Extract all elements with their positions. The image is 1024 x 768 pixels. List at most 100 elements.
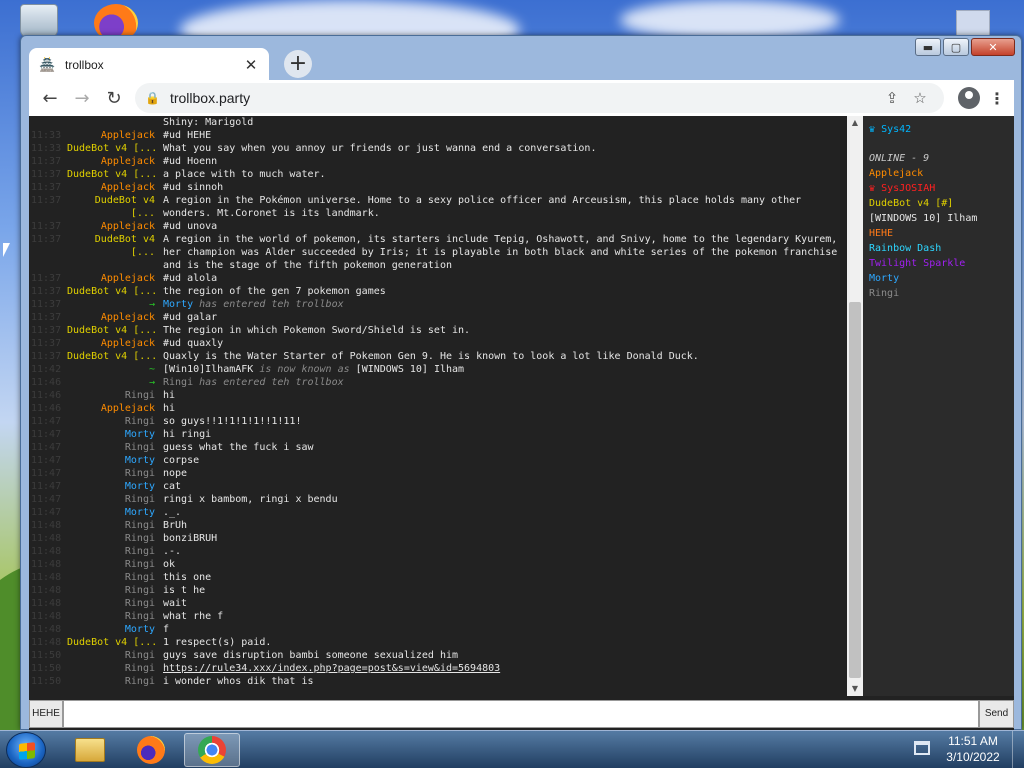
message-nick[interactable]: Applejack <box>67 337 155 350</box>
message-nick[interactable]: Applejack <box>67 402 155 415</box>
message-nick[interactable]: DudeBot v4 [... <box>67 233 155 272</box>
user-list-item[interactable]: [WINDOWS 10] Ilham <box>869 211 1008 226</box>
message-nick[interactable]: Applejack <box>67 272 155 285</box>
url-text[interactable]: trollbox.party <box>170 90 878 106</box>
nickname-button[interactable]: HEHE <box>29 700 63 728</box>
message-nick[interactable] <box>67 116 155 129</box>
user-list-item[interactable]: Applejack <box>869 166 1008 181</box>
clock[interactable]: 11:51 AM 3/10/2022 <box>940 733 1006 765</box>
message-nick[interactable]: Ringi <box>67 571 155 584</box>
address-bar[interactable]: 🔒 trollbox.party ⇪ ☆ <box>135 83 944 113</box>
message-nick[interactable]: Morty <box>67 454 155 467</box>
scrollbar-thumb[interactable] <box>849 302 861 678</box>
message-nick[interactable]: Ringi <box>67 675 155 688</box>
user-list-item[interactable]: Twilight Sparkle <box>869 256 1008 271</box>
message-nick[interactable]: Applejack <box>67 181 155 194</box>
network-icon[interactable] <box>914 741 930 755</box>
chat-message: 11:33 Applejack #ud HEHE <box>29 129 847 142</box>
message-time: 11:42 <box>31 364 62 375</box>
message-separator <box>155 337 163 350</box>
message-nick[interactable]: Morty <box>67 506 155 519</box>
message-nick[interactable]: DudeBot v4 [... <box>67 285 155 298</box>
tab-close-icon[interactable]: ✕ <box>243 56 259 74</box>
message-nick[interactable]: Ringi <box>67 532 155 545</box>
message-nick[interactable]: Ringi <box>67 519 155 532</box>
event-user: Ringi <box>163 377 194 388</box>
lock-icon[interactable]: 🔒 <box>145 91 160 105</box>
message-nick[interactable]: DudeBot v4 [... <box>67 194 155 220</box>
message-nick[interactable]: Ringi <box>67 610 155 623</box>
show-desktop-button[interactable] <box>1012 731 1024 768</box>
message-nick[interactable]: Ringi <box>67 415 155 428</box>
message-nick[interactable]: Morty <box>67 428 155 441</box>
taskbar-chrome[interactable] <box>184 733 240 767</box>
message-nick[interactable]: DudeBot v4 [... <box>67 324 155 337</box>
message-nick[interactable]: Morty <box>67 480 155 493</box>
user-list-item[interactable]: Rainbow Dash <box>869 241 1008 256</box>
send-button[interactable]: Send <box>979 700 1014 728</box>
message-nick[interactable]: Applejack <box>67 311 155 324</box>
user-list-item[interactable]: ♛ SysJOSIAH <box>869 181 1008 196</box>
message-nick[interactable]: DudeBot v4 [... <box>67 350 155 363</box>
user-list-item[interactable]: Morty <box>869 271 1008 286</box>
message-nick[interactable]: DudeBot v4 [... <box>67 636 155 649</box>
trollbox-page: Shiny: Marigold 11:33 Applejack #ud HEHE 11:… <box>29 116 1014 731</box>
forward-button[interactable]: → <box>67 83 97 113</box>
message-separator <box>155 493 163 506</box>
scroll-up-arrow-icon[interactable]: ▲ <box>847 116 863 130</box>
message-nick[interactable]: Ringi <box>67 558 155 571</box>
message-text: The region in which Pokemon Sword/Shield… <box>163 325 471 336</box>
message-nick[interactable]: → <box>67 376 155 389</box>
message-nick[interactable]: DudeBot v4 [... <box>67 168 155 181</box>
message-nick[interactable]: Ringi <box>67 493 155 506</box>
tab-trollbox[interactable]: 🏯 trollbox ✕ <box>29 48 269 82</box>
chat-scrollbar[interactable]: ▲ ▼ <box>847 116 863 696</box>
taskbar-explorer[interactable] <box>62 733 118 767</box>
message-separator <box>155 532 163 545</box>
message-nick[interactable]: Ringi <box>67 584 155 597</box>
chat-message: 11:48 Ringi is t he <box>29 584 847 597</box>
message-nick[interactable]: Ringi <box>67 597 155 610</box>
message-nick[interactable]: Ringi <box>67 441 155 454</box>
message-nick[interactable]: Applejack <box>67 220 155 233</box>
message-time: 11:50 <box>31 676 62 687</box>
message-nick[interactable]: Ringi <box>67 467 155 480</box>
message-text: ringi x bambom, ringi x bendu <box>163 494 338 505</box>
bookmark-star-icon[interactable]: ☆ <box>906 89 934 107</box>
input-bar: HEHE Send <box>29 698 1014 731</box>
user-list-item[interactable]: HEHE <box>869 226 1008 241</box>
user-name: Morty <box>869 273 900 284</box>
event-text: has entered teh trollbox <box>193 377 344 388</box>
start-button[interactable] <box>6 732 46 768</box>
profile-avatar-icon[interactable] <box>958 87 980 109</box>
reload-button[interactable]: ↻ <box>99 83 129 113</box>
message-nick[interactable]: Ringi <box>67 649 155 662</box>
message-input[interactable] <box>63 700 979 728</box>
message-separator <box>155 194 163 220</box>
message-nick[interactable]: Applejack <box>67 155 155 168</box>
message-nick[interactable]: DudeBot v4 [... <box>67 142 155 155</box>
user-list-item[interactable]: DudeBot v4 [#] <box>869 196 1008 211</box>
chat-log[interactable]: Shiny: Marigold 11:33 Applejack #ud HEHE 11:… <box>29 116 847 696</box>
new-tab-button[interactable]: + <box>284 50 312 78</box>
browser-menu-icon[interactable]: ⋮ <box>986 89 1008 108</box>
message-nick[interactable]: ~ <box>67 363 155 376</box>
user-list-item[interactable]: Ringi <box>869 286 1008 301</box>
recycle-bin-icon[interactable] <box>20 4 58 38</box>
user-list-item[interactable]: ♛ Sys42 <box>869 122 1008 137</box>
message-text: corpse <box>163 455 200 466</box>
message-nick[interactable]: → <box>67 298 155 311</box>
message-nick[interactable]: Ringi <box>67 389 155 402</box>
message-link[interactable]: https://rule34.xxx/index.php?page=post&s… <box>163 662 847 675</box>
message-nick[interactable]: Applejack <box>67 129 155 142</box>
message-nick[interactable]: Ringi <box>67 545 155 558</box>
share-icon[interactable]: ⇪ <box>878 89 906 107</box>
scroll-down-arrow-icon[interactable]: ▼ <box>847 682 863 696</box>
back-button[interactable]: ← <box>35 83 65 113</box>
message-text: .-. <box>163 546 182 557</box>
message-separator <box>155 116 163 129</box>
message-nick[interactable]: Ringi <box>67 662 155 675</box>
taskbar-firefox[interactable] <box>123 733 179 767</box>
firefox-icon <box>137 736 165 764</box>
message-nick[interactable]: Morty <box>67 623 155 636</box>
